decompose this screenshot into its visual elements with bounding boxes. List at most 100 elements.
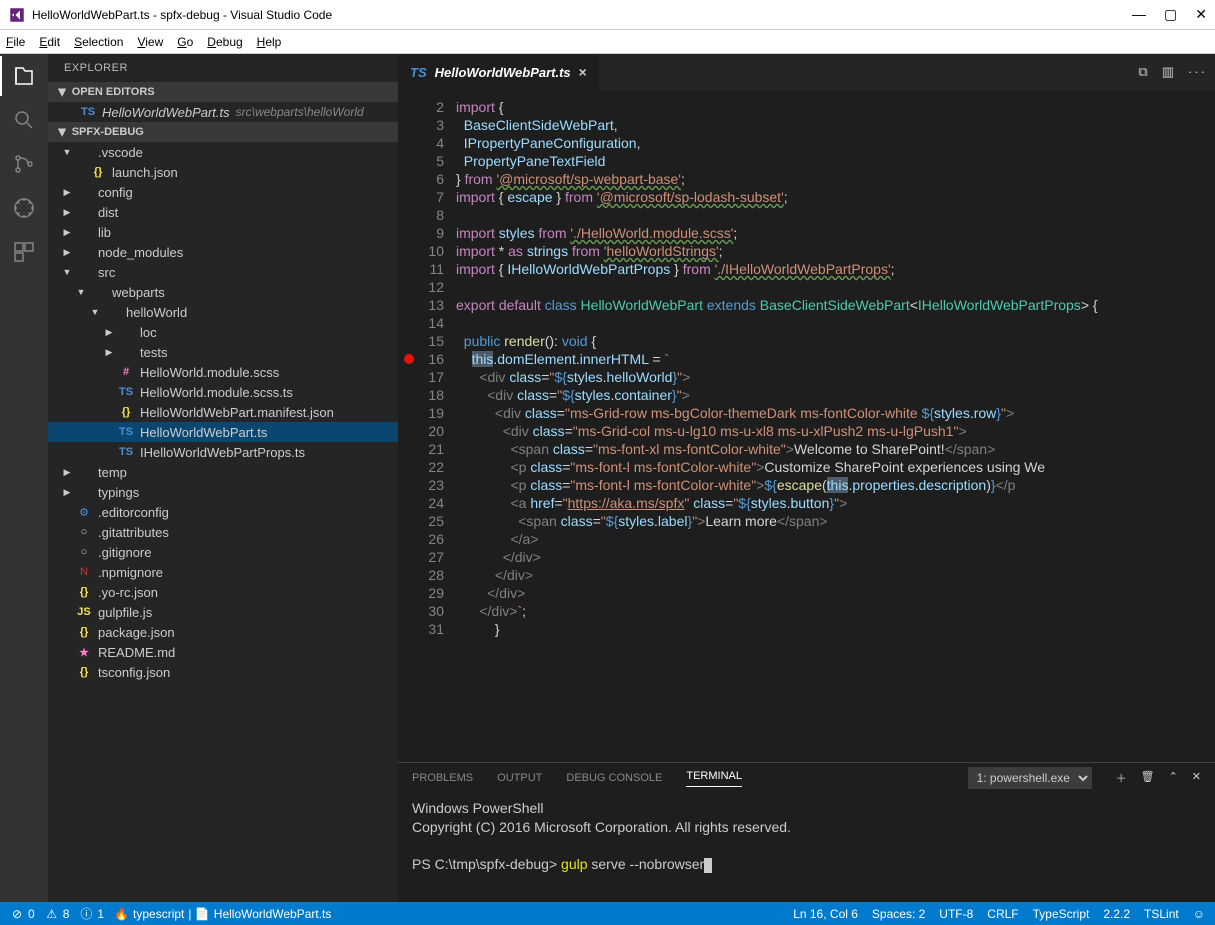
tree-item[interactable]: dist — [48, 202, 398, 222]
search-icon[interactable] — [12, 108, 36, 132]
tree-item[interactable]: loc — [48, 322, 398, 342]
tree-item[interactable]: TSHelloWorld.module.scss.ts — [48, 382, 398, 402]
tree-item[interactable]: #HelloWorld.module.scss — [48, 362, 398, 382]
ts-icon: TS — [410, 65, 427, 80]
tree-item[interactable]: src — [48, 262, 398, 282]
editor-tab[interactable]: TS HelloWorldWebPart.ts × — [398, 54, 599, 90]
file-icon: ★ — [76, 644, 92, 660]
file-icon: JS — [76, 604, 92, 620]
more-icon[interactable]: ··· — [1188, 64, 1207, 80]
status-language-service[interactable]: 🔥 typescript | 📄 HelloWorldWebPart.ts — [114, 907, 331, 921]
status-mode[interactable]: TypeScript — [1033, 907, 1090, 921]
tree-item[interactable]: TSHelloWorldWebPart.ts — [48, 422, 398, 442]
tree-item[interactable]: {}HelloWorldWebPart.manifest.json — [48, 402, 398, 422]
tree-item[interactable]: helloWorld — [48, 302, 398, 322]
tree-item[interactable]: {}package.json — [48, 622, 398, 642]
open-editors-header[interactable]: ▶OPEN EDITORS — [48, 82, 398, 102]
tree-item[interactable]: temp — [48, 462, 398, 482]
file-icon: {} — [76, 624, 92, 640]
file-icon — [76, 204, 92, 220]
titlebar: HelloWorldWebPart.ts - spfx-debug - Visu… — [0, 0, 1215, 30]
code-editor[interactable]: 2345678910111213141516171819202122232425… — [398, 90, 1215, 762]
close-button[interactable]: ✕ — [1195, 6, 1207, 23]
activity-bar — [0, 54, 48, 902]
menu-debug[interactable]: Debug — [207, 35, 242, 49]
minimize-button[interactable]: — — [1132, 6, 1146, 23]
status-bar: ⊘0 ⚠8 ⓘ1 🔥 typescript | 📄 HelloWorldWebP… — [0, 902, 1215, 925]
tree-item[interactable]: node_modules — [48, 242, 398, 262]
status-tslint[interactable]: TSLint — [1144, 907, 1179, 921]
project-header[interactable]: ▶SPFX-DEBUG — [48, 122, 398, 142]
new-terminal-icon[interactable]: ＋ — [1116, 770, 1127, 786]
extensions-icon[interactable] — [12, 240, 36, 264]
kill-terminal-icon[interactable]: 🗑 — [1141, 770, 1155, 786]
terminal-tab[interactable]: TERMINAL — [686, 770, 742, 787]
menu-help[interactable]: Help — [257, 35, 282, 49]
status-feedback-icon[interactable]: ☺ — [1193, 907, 1205, 921]
tree-item[interactable]: TSIHelloWorldWebPartProps.ts — [48, 442, 398, 462]
status-errors[interactable]: ⊘0 — [10, 907, 35, 921]
menu-edit[interactable]: Edit — [39, 35, 60, 49]
tree-item[interactable]: {}.yo-rc.json — [48, 582, 398, 602]
file-icon: TS — [118, 424, 134, 440]
close-tab-icon[interactable]: × — [579, 64, 587, 80]
editor-group: TS HelloWorldWebPart.ts × ⧉ ▥ ··· 234567… — [398, 54, 1215, 902]
status-eol[interactable]: CRLF — [987, 907, 1018, 921]
explorer-title: EXPLORER — [48, 54, 398, 82]
file-icon — [76, 264, 92, 280]
maximize-panel-icon[interactable]: ⌃ — [1169, 770, 1178, 786]
ts-icon: TS — [80, 104, 96, 120]
menu-selection[interactable]: Selection — [74, 35, 123, 49]
file-icon: {} — [76, 584, 92, 600]
tree-item[interactable]: ⚙.editorconfig — [48, 502, 398, 522]
open-editor-item[interactable]: TS HelloWorldWebPart.ts src\webparts\hel… — [48, 102, 398, 122]
status-spaces[interactable]: Spaces: 2 — [872, 907, 925, 921]
explorer-icon[interactable] — [12, 64, 36, 88]
tree-item[interactable]: ★README.md — [48, 642, 398, 662]
tree-item[interactable]: ○.gitignore — [48, 542, 398, 562]
file-icon — [90, 284, 106, 300]
file-icon: {} — [90, 164, 106, 180]
split-editor-icon[interactable]: ⧉ — [1138, 64, 1147, 80]
tree-item[interactable]: lib — [48, 222, 398, 242]
menu-view[interactable]: View — [137, 35, 163, 49]
status-warnings[interactable]: ⚠8 — [45, 907, 70, 921]
terminal[interactable]: Windows PowerShell Copyright (C) 2016 Mi… — [398, 793, 1215, 902]
tree-item[interactable]: webparts — [48, 282, 398, 302]
tree-item[interactable]: JSgulpfile.js — [48, 602, 398, 622]
file-icon — [76, 144, 92, 160]
tree-item[interactable]: {}launch.json — [48, 162, 398, 182]
menu-go[interactable]: Go — [177, 35, 193, 49]
menubar: File Edit Selection View Go Debug Help — [0, 30, 1215, 54]
tree-item[interactable]: {}tsconfig.json — [48, 662, 398, 682]
status-encoding[interactable]: UTF-8 — [939, 907, 973, 921]
tree-item[interactable]: ○.gitattributes — [48, 522, 398, 542]
status-version[interactable]: 2.2.2 — [1103, 907, 1130, 921]
tree-item[interactable]: tests — [48, 342, 398, 362]
file-icon — [76, 224, 92, 240]
tree-item[interactable]: config — [48, 182, 398, 202]
editor-tabs: TS HelloWorldWebPart.ts × ⧉ ▥ ··· — [398, 54, 1215, 90]
problems-tab[interactable]: PROBLEMS — [412, 772, 473, 784]
file-icon — [76, 464, 92, 480]
debug-icon[interactable] — [12, 196, 36, 220]
tree-item[interactable]: .vscode — [48, 142, 398, 162]
status-info[interactable]: ⓘ1 — [79, 907, 104, 921]
tree-item[interactable]: typings — [48, 482, 398, 502]
vs-logo-icon — [8, 6, 26, 24]
menu-file[interactable]: File — [6, 35, 25, 49]
file-icon: TS — [118, 384, 134, 400]
tree-item[interactable]: N.npmignore — [48, 562, 398, 582]
close-panel-icon[interactable]: ✕ — [1192, 770, 1201, 786]
git-icon[interactable] — [12, 152, 36, 176]
debug-console-tab[interactable]: DEBUG CONSOLE — [566, 772, 662, 784]
file-icon: ○ — [76, 524, 92, 540]
file-icon — [76, 184, 92, 200]
file-icon: {} — [76, 664, 92, 680]
file-icon — [76, 484, 92, 500]
maximize-button[interactable]: ▢ — [1164, 6, 1177, 23]
editor-layout-icon[interactable]: ▥ — [1162, 64, 1174, 80]
output-tab[interactable]: OUTPUT — [497, 772, 542, 784]
status-cursor-pos[interactable]: Ln 16, Col 6 — [793, 907, 858, 921]
terminal-selector[interactable]: 1: powershell.exe — [968, 767, 1092, 789]
